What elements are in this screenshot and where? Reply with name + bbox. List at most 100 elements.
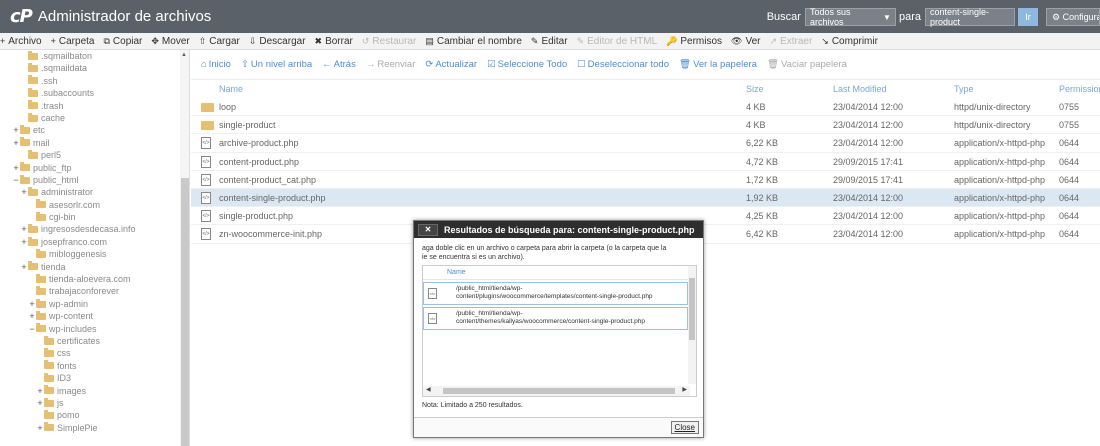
expand-icon[interactable]: + <box>36 397 44 409</box>
tree-item[interactable]: + wp-admin <box>0 298 178 310</box>
toolbar-editor-de-html-button[interactable]: ✎ Editor de HTML <box>577 36 658 47</box>
tree-item[interactable]: − public_html <box>0 174 178 186</box>
go-button[interactable]: Ir <box>1018 8 1038 26</box>
expand-icon[interactable]: + <box>36 385 44 397</box>
toolbar-comprimir-button[interactable]: ↘ Comprimir <box>821 36 878 47</box>
expand-icon[interactable]: + <box>20 236 28 248</box>
expand-icon[interactable]: + <box>12 124 20 136</box>
sidebar-scroll-thumb[interactable] <box>181 178 189 446</box>
column-last-modified[interactable]: Last Modified <box>833 84 887 94</box>
tree-item[interactable]: + js <box>0 397 178 409</box>
settings-button[interactable]: ⚙ Configuración <box>1046 8 1100 26</box>
column-type[interactable]: Type <box>954 84 974 94</box>
tree-item[interactable]: cgi-bin <box>0 211 178 223</box>
tree-item[interactable]: .sqmaildata <box>0 62 178 74</box>
expand-icon[interactable]: + <box>28 310 36 322</box>
tree-item[interactable]: + mail <box>0 137 178 149</box>
tree-item[interactable]: css <box>0 347 178 359</box>
tree-item[interactable]: + administrator <box>0 186 178 198</box>
scroll-up-icon[interactable]: ▲ <box>181 52 187 58</box>
nav-un-nivel-arriba-button[interactable]: ⇧ Un nivel arriba <box>241 59 312 70</box>
scroll-left-icon[interactable]: ◀ <box>426 386 431 393</box>
results-horizontal-scrollbar[interactable]: ◀ ▶ <box>423 386 690 396</box>
tree-item[interactable]: + public_ftp <box>0 162 178 174</box>
tree-item[interactable]: + SimplePie <box>0 422 178 434</box>
toolbar-borrar-button[interactable]: ✖ Borrar <box>315 36 353 47</box>
results-horizontal-thumb[interactable] <box>443 388 675 394</box>
toolbar-descargar-button[interactable]: ⇩ Descargar <box>249 36 306 47</box>
nav-atr-s-button[interactable]: ← Atrás <box>322 59 356 70</box>
scroll-right-icon[interactable]: ▶ <box>682 386 687 393</box>
expand-icon[interactable]: + <box>12 137 20 149</box>
expand-icon[interactable]: + <box>20 261 28 273</box>
nav-deseleccionar-todo-button[interactable]: ☐ Deseleccionar todo <box>577 59 669 70</box>
tree-item[interactable]: + josepfranco.com <box>0 236 178 248</box>
tree-item[interactable]: .sqmailbaton <box>0 50 178 62</box>
toolbar-mover-button[interactable]: ✥ Mover <box>151 36 189 47</box>
expand-icon[interactable]: + <box>12 162 20 174</box>
toolbar-carpeta-button[interactable]: + Carpeta <box>51 36 95 47</box>
search-scope-select[interactable]: Todos sus archivos ▼ <box>804 7 896 27</box>
file-row[interactable]: </> content-product.php 4,72 KB 29/09/2015 … <box>191 153 1100 171</box>
sidebar-scrollbar[interactable]: ▲ <box>180 50 189 446</box>
php-file-icon: </> <box>201 173 211 186</box>
close-button[interactable]: Close <box>670 421 699 434</box>
column-size[interactable]: Size <box>746 84 764 94</box>
file-row[interactable]: </> archive-product.php 6,22 KB 23/04/2014 … <box>191 134 1100 153</box>
toolbar-copiar-button[interactable]: ⧉ Copiar <box>103 36 142 47</box>
collapse-icon[interactable]: − <box>12 174 20 186</box>
toolbar-restaurar-button[interactable]: ↺ Restaurar <box>362 36 416 47</box>
tree-item[interactable]: .subaccounts <box>0 87 178 99</box>
results-column-name[interactable]: Name <box>423 266 696 280</box>
toolbar-archivo-button[interactable]: + Archivo <box>0 36 42 47</box>
column-name[interactable]: Name <box>219 84 243 94</box>
search-input[interactable]: content-single-product <box>925 7 1015 27</box>
tree-item[interactable]: + images <box>0 385 178 397</box>
tree-item[interactable]: tienda-aloevera.com <box>0 273 178 285</box>
tree-item[interactable]: ID3 <box>0 372 178 384</box>
tree-item[interactable]: + wp-content <box>0 310 178 322</box>
tree-item[interactable]: asesorlr.com <box>0 199 178 211</box>
nav-seleccione-todo-button[interactable]: ☑ Seleccione Todo <box>487 59 567 70</box>
file-row[interactable]: </> content-single-product.php 1,92 KB 23/0… <box>191 188 1100 208</box>
tree-item[interactable]: .trash <box>0 100 178 112</box>
tree-item[interactable]: + ingresosdesdecasa.info <box>0 223 178 235</box>
collapse-icon[interactable]: − <box>28 323 36 335</box>
tree-item[interactable]: certificates <box>0 335 178 347</box>
expand-icon[interactable]: + <box>20 223 28 235</box>
nav-reenviar-button[interactable]: → Reenviar <box>366 59 416 70</box>
tree-item[interactable]: fonts <box>0 360 178 372</box>
search-result-row[interactable]: </> /public_html/tienda/wp-content/plugin… <box>423 282 688 305</box>
toolbar-extraer-button[interactable]: ↗ Extraer <box>770 36 813 47</box>
file-row[interactable]: loop 4 KB 23/04/2014 12:00 httpd/unix-direc… <box>191 98 1100 117</box>
nav-actualizar-button[interactable]: ⟳ Actualizar <box>425 59 477 70</box>
tree-item[interactable]: pomo <box>0 409 178 421</box>
file-row[interactable]: single-product 4 KB 23/04/2014 12:00 httpd/… <box>191 116 1100 135</box>
nav-inicio-button[interactable]: ⌂ Inicio <box>201 59 231 70</box>
nav-vaciar-papelera-button[interactable]: 🗑 Vaciar papelera <box>767 59 847 70</box>
tree-item[interactable]: perl5 <box>0 149 178 161</box>
tree-item[interactable]: + etc <box>0 124 178 136</box>
search-result-row[interactable]: </> /public_html/tienda/wp-content/themes… <box>423 307 688 330</box>
toolbar-permisos-button[interactable]: 🔑 Permisos <box>666 36 722 47</box>
toolbar-cambiar-el-nombre-button[interactable]: ▤ Cambiar el nombre <box>425 36 522 47</box>
toolbar-cargar-button[interactable]: ⇧ Cargar <box>199 36 240 47</box>
tree-item[interactable]: + tienda <box>0 261 178 273</box>
expand-icon[interactable]: + <box>20 186 28 198</box>
tree-item[interactable]: trabajaconforever <box>0 285 178 297</box>
nav-ver-la-papelera-button[interactable]: 🗑 Ver la papelera <box>679 59 757 70</box>
tree-item[interactable]: − wp-includes <box>0 323 178 335</box>
close-icon[interactable]: ✕ <box>418 223 438 236</box>
file-row[interactable]: </> content-product_cat.php 1,72 KB 29/09/2… <box>191 171 1100 189</box>
toolbar-ver-button[interactable]: 👁 Ver <box>731 36 760 47</box>
tree-item[interactable]: mibloggenesis <box>0 248 178 260</box>
tree-item[interactable]: .ssh <box>0 75 178 87</box>
expand-icon[interactable]: + <box>36 422 44 434</box>
expand-icon[interactable]: + <box>28 298 36 310</box>
tree-item[interactable]: cache <box>0 112 178 124</box>
results-vertical-scrollbar[interactable] <box>688 266 696 384</box>
logo[interactable]: cP Administrador de archivos <box>10 6 211 27</box>
results-vertical-thumb[interactable] <box>689 278 695 340</box>
toolbar-editar-button[interactable]: ✎ Editar <box>531 36 568 47</box>
column-permissions[interactable]: Permissions <box>1059 84 1100 94</box>
